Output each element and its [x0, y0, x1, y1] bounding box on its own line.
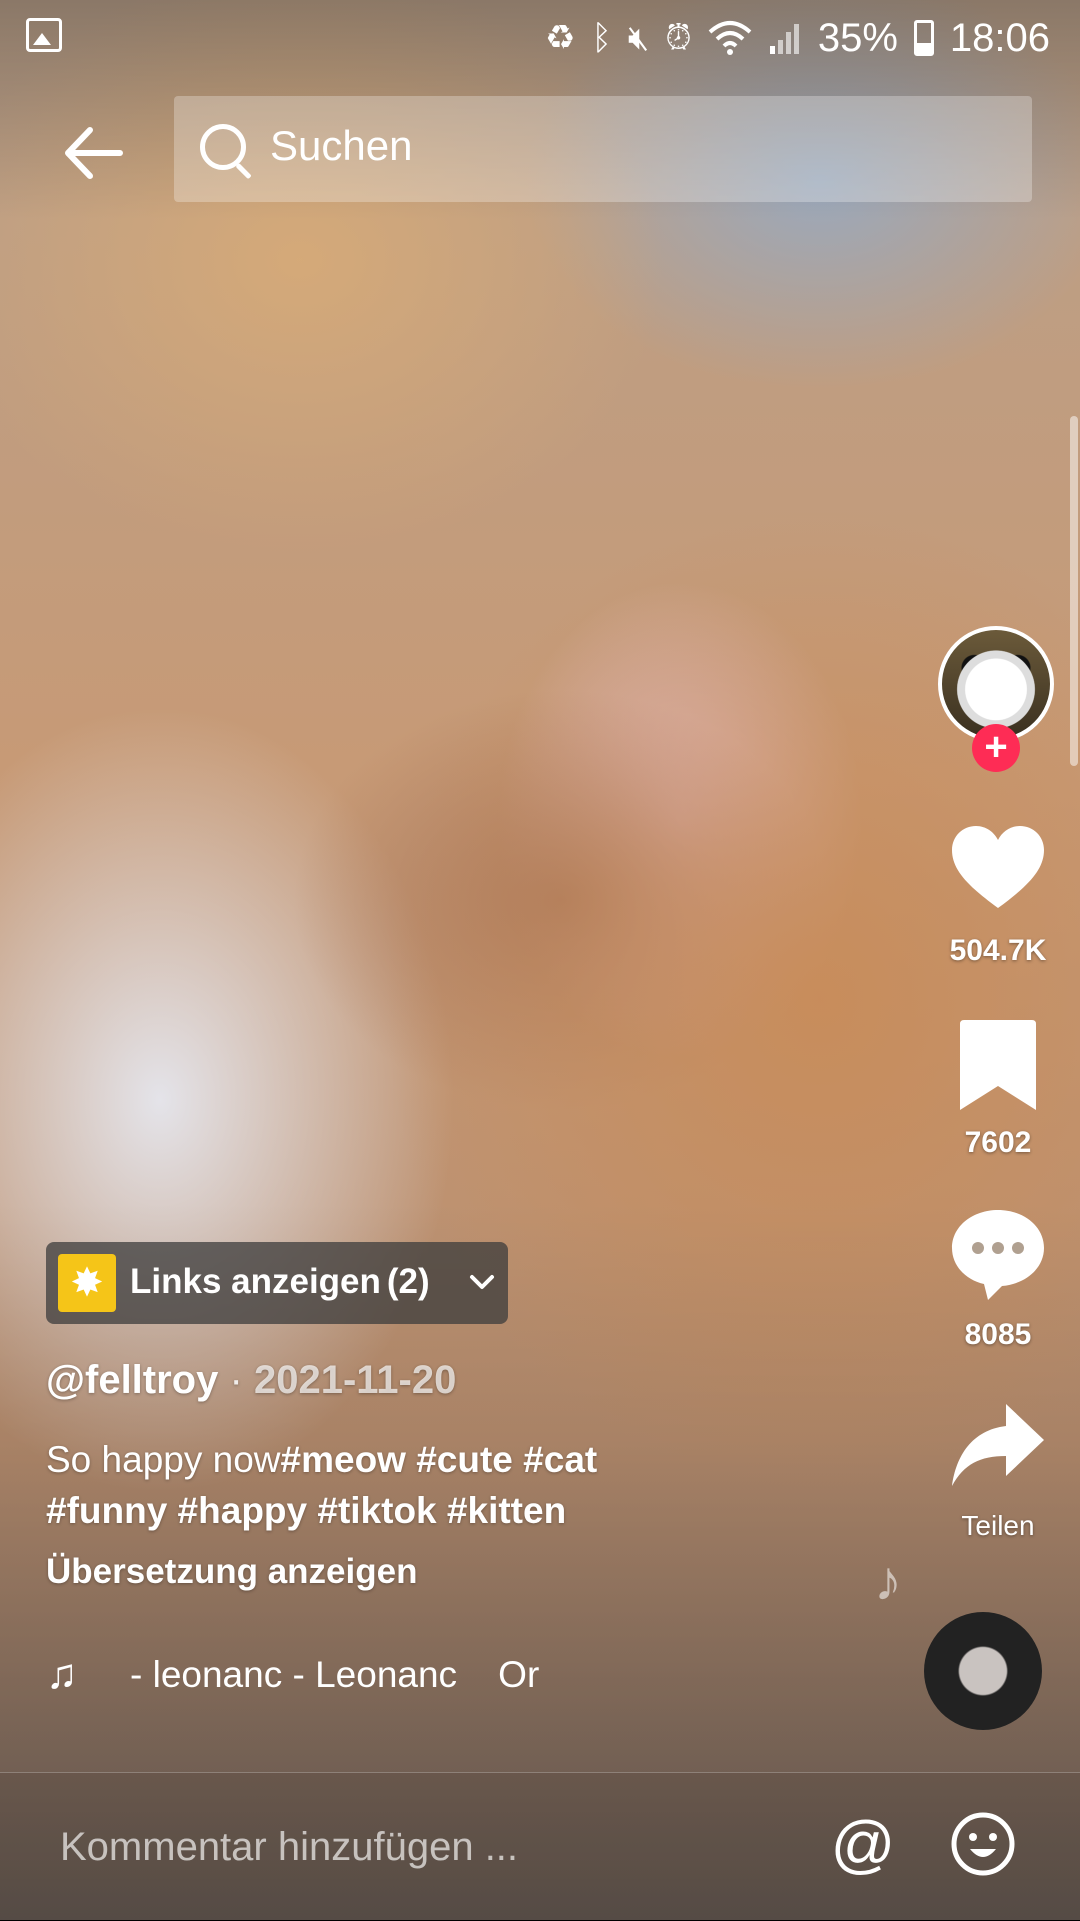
signal-icon: [769, 24, 799, 54]
status-bar: ♻ ᛒ 🔇︎ ⏰︎ 35% 18:06: [0, 0, 1080, 76]
music-note-float-icon: ♪: [874, 1549, 902, 1612]
links-label: Links anzeigen (2): [130, 1262, 430, 1302]
bookmark-icon[interactable]: [948, 1016, 1048, 1116]
battery-saver-icon: ♻: [544, 19, 576, 57]
scroll-indicator: [1070, 416, 1078, 766]
chevron-down-icon: [470, 1275, 494, 1289]
translate-link[interactable]: Übersetzung anzeigen: [46, 1552, 417, 1592]
music-disc[interactable]: [924, 1612, 1042, 1730]
emoji-icon[interactable]: [950, 1811, 1016, 1877]
gallery-icon: [26, 18, 62, 52]
save-count: 7602: [964, 1126, 1032, 1159]
search-placeholder: Suchen: [270, 122, 413, 169]
links-label-text: Links anzeigen: [130, 1262, 381, 1301]
heart-icon[interactable]: [948, 820, 1048, 920]
share-arrow-icon[interactable]: [948, 1396, 1048, 1496]
caption-hashtags-1[interactable]: #meow #cute #cat: [281, 1439, 598, 1480]
mute-icon: 🔇︎: [627, 18, 650, 57]
alarm-icon: ⏰︎: [665, 18, 692, 57]
comment-icon[interactable]: [948, 1204, 1048, 1304]
battery-icon: [913, 20, 934, 56]
mention-icon[interactable]: @: [830, 1811, 896, 1877]
search-bar[interactable]: Suchen: [174, 96, 1032, 202]
music-note-icon: ♫: [46, 1652, 78, 1697]
music-info[interactable]: ♫ - leonanc - Leonanc Or: [46, 1652, 606, 1702]
share-label: Teilen: [961, 1510, 1035, 1541]
caption-text: So happy now: [46, 1439, 281, 1480]
links-count: (2): [386, 1262, 430, 1301]
bluetooth-icon: ᛒ: [591, 18, 612, 57]
music-title: - leonanc - Leonanc Or: [130, 1654, 540, 1695]
links-pill[interactable]: ✸ Links anzeigen (2): [46, 1242, 508, 1324]
author-handle[interactable]: @felltroy: [46, 1358, 218, 1402]
status-right: ♻ ᛒ 🔇︎ ⏰︎ 35% 18:06: [545, 10, 1050, 66]
wifi-icon: [708, 21, 752, 55]
comment-count: 8085: [964, 1318, 1032, 1351]
clock: 18:06: [949, 15, 1050, 60]
battery-percent: 35%: [817, 15, 898, 60]
post-caption: So happy now#meow #cute #cat #funny #hap…: [46, 1434, 686, 1536]
back-arrow-icon[interactable]: [58, 118, 128, 188]
follow-plus-button[interactable]: +: [972, 724, 1020, 772]
comment-input[interactable]: Kommentar hinzufügen ...: [60, 1825, 518, 1870]
caption-hashtags-2[interactable]: #funny #happy #tiktok #kitten: [46, 1490, 566, 1531]
search-icon: [200, 124, 246, 170]
sparkle-icon: ✸: [58, 1254, 116, 1312]
post-author-line: @felltroy · 2021-11-20: [46, 1358, 456, 1403]
like-count: 504.7K: [949, 934, 1047, 967]
comment-bar: Kommentar hinzufügen ... @: [0, 1772, 1080, 1921]
author-separator: ·: [229, 1358, 243, 1402]
post-date: 2021-11-20: [253, 1358, 457, 1402]
